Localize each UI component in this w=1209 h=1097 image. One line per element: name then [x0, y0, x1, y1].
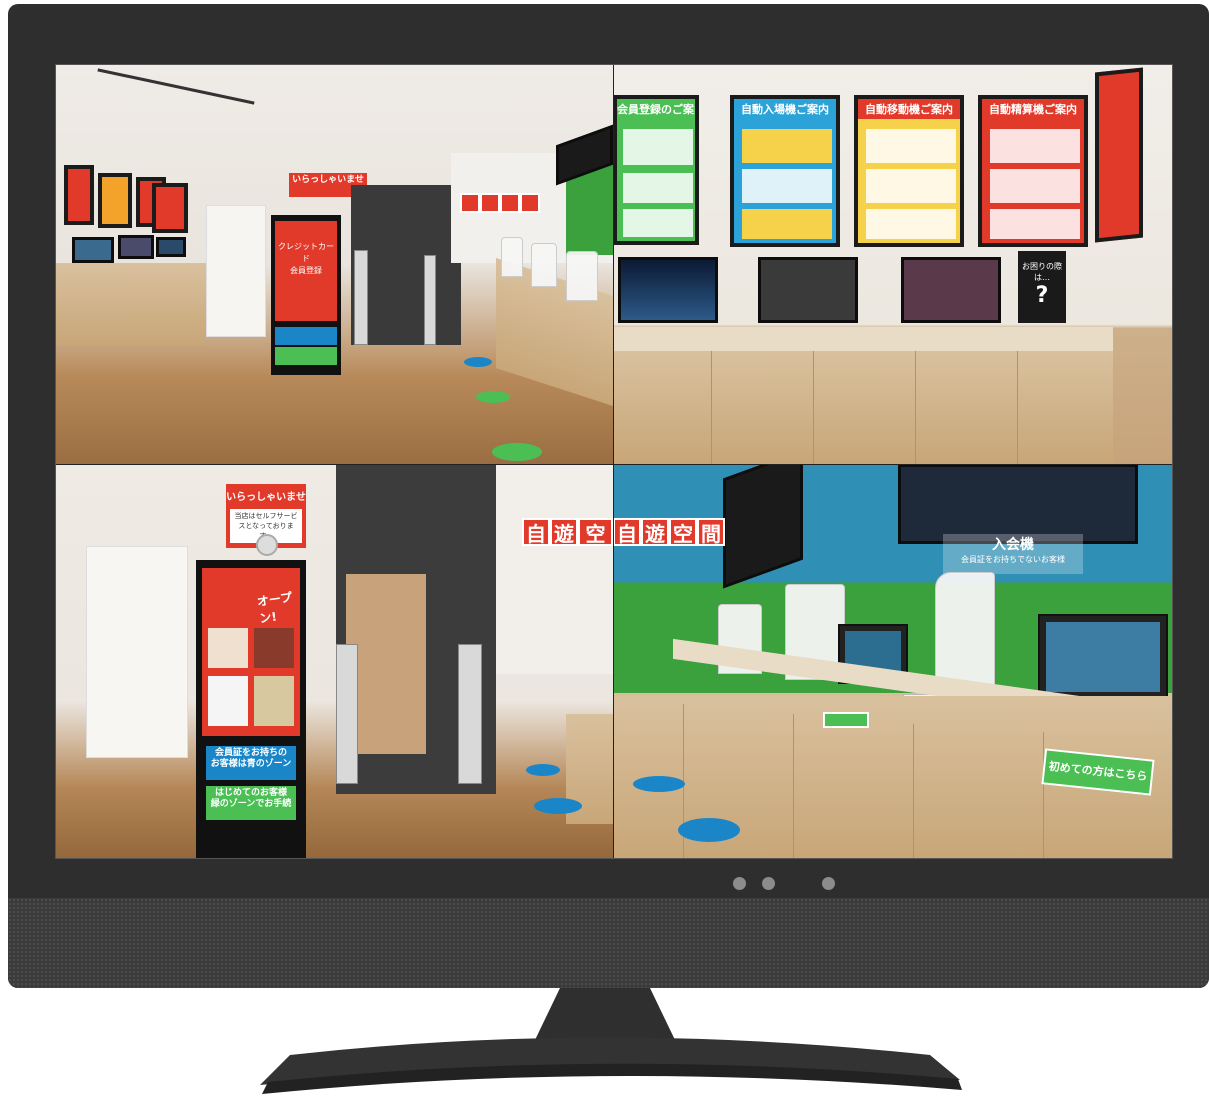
standee-panel-line: 会員証をお持ちの	[214, 748, 287, 758]
left-counter	[56, 263, 206, 345]
display-monitor	[118, 235, 154, 259]
display-monitor	[618, 257, 718, 323]
display-monitor	[901, 257, 1001, 323]
standee-green-panel	[275, 347, 337, 365]
greeting-sign-text: いらっしゃいませ	[226, 492, 306, 503]
camera-panel-kiosks: 自 遊 空 間 入会機 会員証をお持ちでないお客様 初めての方はこちら	[613, 464, 1172, 858]
standee-headline: オープン!	[256, 590, 294, 626]
machine-sign: 入会機 会員証をお持ちでないお客様	[943, 534, 1083, 574]
camera-panel-entrance: いらっしゃいませ クレジットカード 会員登録	[56, 65, 613, 464]
wall-poster	[64, 165, 94, 225]
light-track	[97, 68, 255, 105]
logo-tile: 遊	[550, 518, 578, 546]
right-wall	[496, 464, 613, 674]
standee-panel-line: お客様は青のゾーン	[210, 759, 292, 769]
panel-divider	[613, 65, 614, 858]
camera-panel-gates: いらっしゃいませ 当店はセルフサービスとなっております。 オープン! 会員証をお…	[56, 464, 613, 858]
logo-tile: 空	[669, 518, 697, 546]
logo-tile	[520, 193, 540, 213]
logo-tile	[460, 193, 480, 213]
floor-marker-blue	[633, 776, 685, 792]
poster-title: 自動精算機ご案内	[989, 103, 1077, 116]
logo-tile: 間	[697, 518, 725, 546]
entry-gate	[336, 644, 358, 784]
poster-title: 会員登録のご案内	[617, 103, 699, 116]
help-card-text: お困りの際は…	[1022, 262, 1062, 282]
zone-label	[823, 712, 869, 728]
counter-partition	[531, 243, 557, 287]
standee-line: クレジットカード	[278, 242, 334, 263]
standee-line: 会員登録	[290, 266, 322, 275]
wall-tv	[723, 464, 803, 589]
logo-tile	[480, 193, 500, 213]
entry-gate	[424, 255, 436, 345]
door	[206, 205, 266, 337]
logo-tile: 自	[522, 518, 550, 546]
panel-divider	[56, 464, 1172, 465]
door	[86, 546, 188, 758]
stand-neck	[535, 988, 675, 1040]
guide-counter	[613, 351, 1113, 464]
guide-poster-checkout: 自動精算機ご案内	[978, 95, 1088, 247]
display-monitor	[156, 237, 186, 257]
standee-screen: クレジットカード 会員登録	[275, 221, 337, 321]
monitor-screen: いらっしゃいませ クレジットカード 会員登録 会員登録のご案内 自動入場機ご案内…	[55, 64, 1173, 859]
info-standee: クレジットカード 会員登録	[271, 215, 341, 375]
entry-gate	[354, 250, 368, 345]
logo-tile: 自	[613, 518, 641, 546]
wall-poster	[98, 173, 132, 228]
side-poster	[1095, 67, 1143, 243]
entry-gate	[458, 644, 482, 784]
logo-tile: 空	[578, 518, 613, 546]
floor-marker-blue	[464, 357, 492, 367]
security-camera	[256, 534, 278, 556]
info-board	[898, 464, 1138, 544]
guide-poster-transfer: 自動移動機ご案内	[854, 95, 964, 247]
logo-tile	[500, 193, 520, 213]
machine-sign-title: 入会機	[992, 537, 1034, 553]
standee-panel-line: はじめてのお客様	[214, 788, 287, 798]
guide-poster-membership: 会員登録のご案内	[613, 95, 699, 245]
standee-green-panel: はじめてのお客様 緑のゾーンでお手続	[206, 786, 296, 820]
poster-title: 自動入場機ご案内	[741, 103, 829, 116]
standee-blue-panel: 会員証をお持ちの お客様は青のゾーン	[206, 746, 296, 780]
help-card: お困りの際は… ?	[1018, 251, 1066, 323]
floor-marker-blue	[526, 764, 560, 776]
standee-blue-panel	[275, 327, 337, 345]
corridor-floor	[346, 574, 426, 754]
display-monitor	[72, 237, 114, 263]
guide-poster-entry: 自動入場機ご案内	[730, 95, 840, 247]
counter-partition	[501, 237, 523, 277]
machine-sign-subtitle: 会員証をお持ちでないお客様	[961, 555, 1065, 564]
display-monitor	[758, 257, 858, 323]
floor-marker-green	[476, 391, 510, 403]
poster-title: 自動移動機ご案内	[858, 99, 960, 119]
floor-marker-blue	[678, 818, 740, 842]
standee-screen: オープン!	[202, 568, 300, 736]
kiosk-screen	[1046, 622, 1160, 692]
first-time-sign-text: 初めての方はこちら	[1048, 759, 1148, 784]
floor-marker-green	[492, 443, 542, 461]
wall-poster	[152, 183, 188, 233]
info-standee: オープン! 会員証をお持ちの お客様は青のゾーン はじめてのお客様 緑のゾーンで…	[196, 560, 306, 858]
counter-partition	[566, 251, 598, 301]
floor-marker-blue	[534, 798, 582, 814]
counter-top	[613, 327, 1113, 351]
logo-tile: 遊	[641, 518, 669, 546]
camera-panel-guide-wall: 会員登録のご案内 自動入場機ご案内 自動移動機ご案内 自動精算機ご案内 お困りの…	[613, 65, 1172, 464]
greeting-sign-text: いらっしゃいませ	[292, 175, 364, 185]
standee-panel-line: 緑のゾーンでお手続	[210, 799, 292, 809]
